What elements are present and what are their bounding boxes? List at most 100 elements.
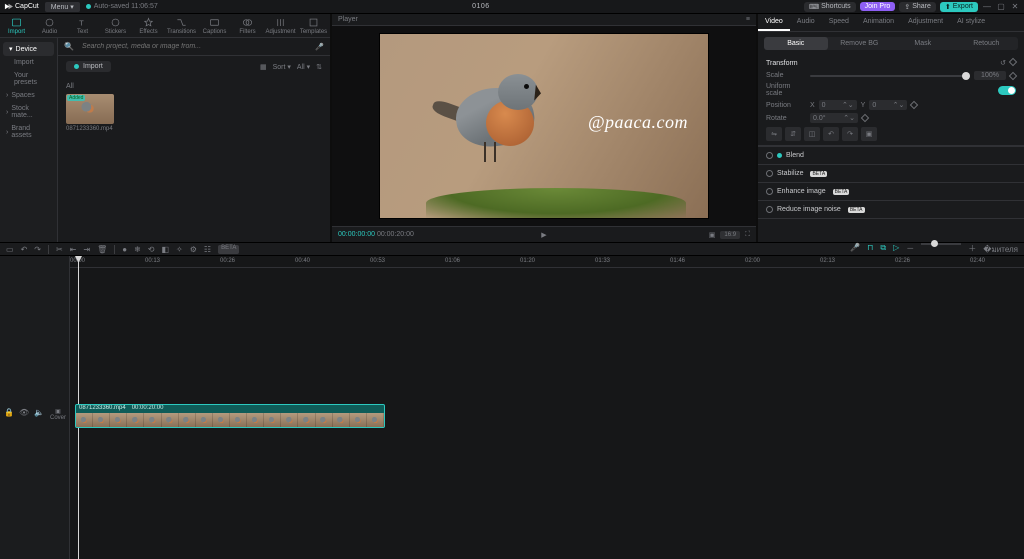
media-tab-all[interactable]: All [66,83,322,90]
media-item[interactable]: Added 0871233360.mp4 [66,94,116,132]
rotate-right-icon[interactable]: ↷ [842,127,858,141]
section-blend[interactable]: Blend [758,146,1024,165]
minimize-icon[interactable]: — [982,2,992,11]
sidebar-item-import[interactable]: Import [0,56,57,69]
split-icon[interactable]: ✂ [56,245,63,254]
sidebar-item-stock[interactable]: Stock mate... [0,102,57,122]
reset-icon[interactable]: ↺ [1000,59,1006,67]
freeze-icon[interactable]: ❄ [134,245,141,254]
compare-icon[interactable]: ▣ [709,231,716,239]
flip-h-icon[interactable]: ⇋ [766,127,782,141]
sidebar-item-device[interactable]: ▾ Device [3,42,54,56]
filter-icon[interactable]: ⇅ [316,63,322,71]
record-vo-icon[interactable]: ● [122,245,127,254]
sidebar-item-spaces[interactable]: Spaces [0,89,57,102]
fit-icon[interactable]: ▣ [861,127,877,141]
sidebar-item-presets[interactable]: Your presets [0,69,57,89]
mirror-icon[interactable]: ◧ [161,245,169,254]
crop-icon[interactable]: ◫ [804,127,820,141]
link-icon[interactable]: ⧉ [880,243,886,256]
shortcuts-button[interactable]: ⌨ Shortcuts [804,2,856,12]
mic-icon[interactable]: 🎤 [850,243,860,256]
crop-tl-icon[interactable]: ✧ [176,245,183,254]
menu-button[interactable]: Menu ▾ [45,2,80,12]
preview-icon[interactable]: ▷ [893,243,899,256]
fullscreen-icon[interactable]: ⛶ [745,231,750,239]
delete-icon[interactable]: 🗑 [97,245,107,254]
subtab-retouch[interactable]: Retouch [955,37,1019,50]
track-mute-icon[interactable]: 🔈 [34,408,44,417]
insp-tab-audio[interactable]: Audio [790,14,822,31]
magnet-icon[interactable]: ⊓ [867,243,873,256]
media-thumbnail[interactable]: Added [66,94,114,124]
keyframe-icon[interactable] [1009,58,1017,66]
flip-v-icon[interactable]: ⇵ [785,127,801,141]
scale-keyframe[interactable] [1009,71,1017,79]
pos-y-input[interactable]: 0⌃⌄ [869,100,907,110]
rotate-keyframe[interactable] [861,114,869,122]
search-input[interactable] [80,42,309,51]
tab-effects[interactable]: Effects [132,14,165,37]
cover-icon[interactable]: ▣ [50,408,66,415]
video-clip[interactable]: 0871233360.mp400:00:20:00 [75,404,385,428]
subtab-mask[interactable]: Mask [891,37,955,50]
play-button[interactable]: ▶ [541,231,546,239]
insp-tab-speed[interactable]: Speed [822,14,856,31]
timeline[interactable]: 🔒 👁 🔈 ▣ Cover 00:0000:1300:2600:4000:530… [0,256,1024,559]
media-panel: Import Audio TText Stickers Effects Tran… [0,14,330,242]
uniform-scale-toggle[interactable] [998,86,1016,95]
scale-slider[interactable] [810,75,970,77]
export-button[interactable]: ⬆ Export [940,2,978,12]
tab-filters[interactable]: Filters [231,14,264,37]
insp-tab-video[interactable]: Video [758,14,790,31]
record-icon[interactable]: 🎤 [315,43,324,51]
track-eye-icon[interactable]: 👁 [19,408,29,417]
captions-tl-icon[interactable]: ☷ [204,245,211,254]
zoom-in-icon[interactable]: ＋ [968,243,976,256]
subtab-basic[interactable]: Basic [764,37,828,50]
redo-icon[interactable]: ↷ [34,245,41,254]
reverse-icon[interactable]: ⟲ [148,245,155,254]
pointer-tool-icon[interactable]: ▭ [6,245,14,254]
trim-right-icon[interactable]: ⇥ [83,245,90,254]
subtab-removebg[interactable]: Remove BG [828,37,892,50]
insp-tab-adjustment[interactable]: Adjustment [901,14,950,31]
zoom-out-icon[interactable]: － [906,243,914,256]
share-button[interactable]: ⇪ Share [899,2,936,12]
close-icon[interactable]: ✕ [1010,2,1020,11]
insp-tab-animation[interactable]: Animation [856,14,901,31]
player-canvas[interactable]: @paaca.com [332,26,756,226]
tab-text[interactable]: TText [66,14,99,37]
sort-button[interactable]: Sort ▾ [273,63,291,71]
fit-timeline-icon[interactable]: �มителя [983,243,1018,256]
join-pro-button[interactable]: Join Pro [860,2,896,11]
pos-x-input[interactable]: 0⌃⌄ [819,100,857,110]
insp-tab-ai[interactable]: AI stylize [950,14,992,31]
tab-stickers[interactable]: Stickers [99,14,132,37]
tab-templates[interactable]: Templates [297,14,330,37]
view-grid-icon[interactable]: ▦ [260,63,267,71]
filter-all[interactable]: All ▾ [297,63,310,71]
scale-value[interactable]: 100% [974,71,1006,80]
sidebar-item-brand[interactable]: Brand assets [0,122,57,142]
trim-left-icon[interactable]: ⇤ [70,245,77,254]
section-noise[interactable]: Reduce image noiseBETA [758,201,1024,219]
undo-icon[interactable]: ↶ [21,245,28,254]
time-ruler[interactable]: 00:0000:1300:2600:4000:5301:0601:2001:33… [70,256,1024,268]
rotate-left-icon[interactable]: ↶ [823,127,839,141]
tab-transitions[interactable]: Transitions [165,14,198,37]
tab-audio[interactable]: Audio [33,14,66,37]
tab-import[interactable]: Import [0,14,33,37]
player-menu-icon[interactable]: ≡ [746,16,750,23]
section-stabilize[interactable]: StabilizeBETA [758,165,1024,183]
section-enhance[interactable]: Enhance imageBETA [758,183,1024,201]
tab-captions[interactable]: Captions [198,14,231,37]
aspect-ratio[interactable]: 16:9 [720,231,740,239]
auto-icon[interactable]: ⚙ [190,245,197,254]
maximize-icon[interactable]: ▢ [996,2,1006,11]
tab-adjustment[interactable]: Adjustment [264,14,297,37]
rotate-input[interactable]: 0.0°⌃⌄ [810,113,858,123]
import-button[interactable]: Import [66,61,111,72]
track-lock-icon[interactable]: 🔒 [4,408,14,417]
pos-keyframe[interactable] [910,101,918,109]
